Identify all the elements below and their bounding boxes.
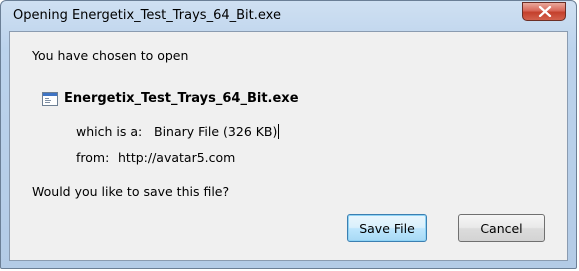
close-button[interactable] bbox=[522, 2, 566, 21]
from-value: http://avatar5.com bbox=[118, 150, 236, 165]
cancel-button[interactable]: Cancel bbox=[458, 214, 545, 242]
type-value-wrap[interactable]: Binary File (326 KB) bbox=[154, 124, 280, 139]
type-value: Binary File (326 KB) bbox=[154, 124, 278, 139]
text-cursor bbox=[278, 124, 280, 139]
from-label: from: bbox=[76, 150, 110, 165]
question-text: Would you like to save this file? bbox=[32, 184, 230, 199]
intro-text: You have chosen to open bbox=[32, 48, 189, 63]
file-name: Energetix_Test_Trays_64_Bit.exe bbox=[64, 91, 299, 106]
close-icon bbox=[538, 6, 552, 17]
executable-file-icon bbox=[42, 92, 58, 106]
dialog-content: You have chosen to open Energetix_Test_T… bbox=[9, 31, 568, 261]
save-file-button[interactable]: Save File bbox=[347, 214, 427, 242]
type-label: which is a: bbox=[76, 124, 143, 139]
window-title: Opening Energetix_Test_Trays_64_Bit.exe bbox=[13, 8, 281, 23]
title-bar[interactable]: Opening Energetix_Test_Trays_64_Bit.exe bbox=[1, 1, 576, 31]
download-dialog-window: Opening Energetix_Test_Trays_64_Bit.exe … bbox=[0, 0, 577, 269]
